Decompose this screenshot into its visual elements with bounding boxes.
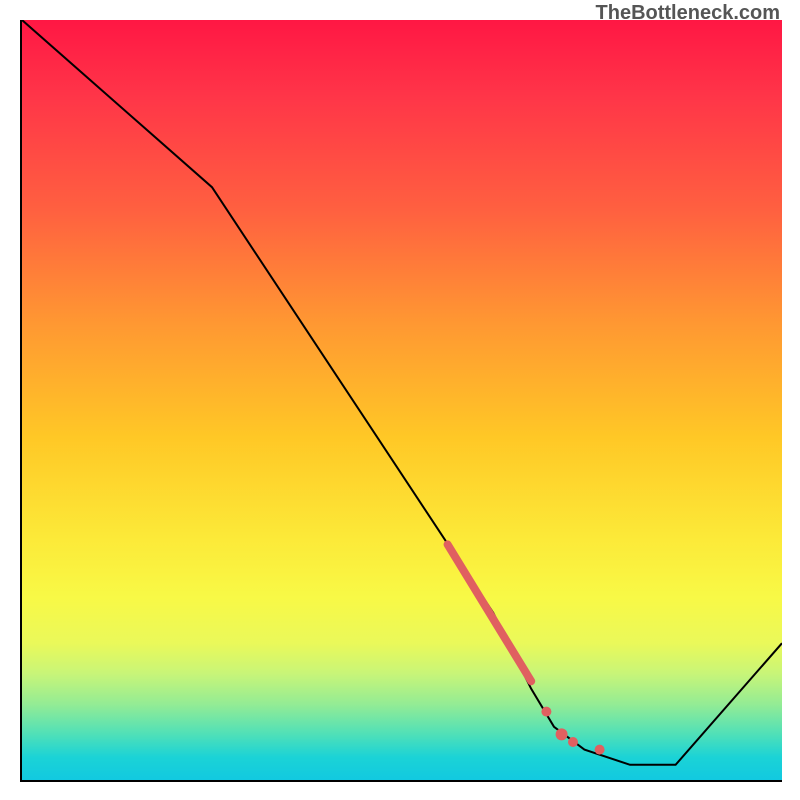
data-marker (541, 707, 551, 717)
data-marker (568, 737, 578, 747)
data-marker (556, 728, 568, 740)
data-markers (541, 707, 604, 755)
data-marker (595, 745, 605, 755)
chart-container: TheBottleneck.com (0, 0, 800, 800)
highlight-segment (448, 544, 532, 681)
plot-area (20, 20, 782, 782)
chart-line (22, 20, 782, 765)
chart-svg (22, 20, 782, 780)
watermark-text: TheBottleneck.com (596, 2, 780, 25)
